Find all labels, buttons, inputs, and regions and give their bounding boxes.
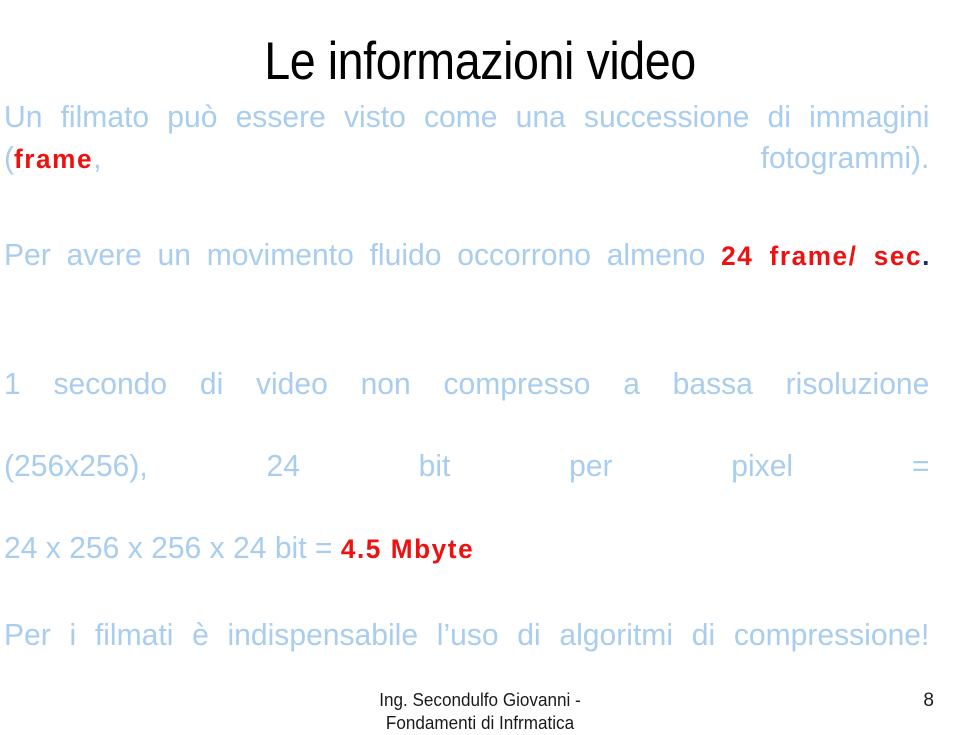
- footer-credit-line-2: Fondamenti di Infrmatica: [385, 713, 575, 733]
- page-title: Le informazioni video: [264, 31, 696, 91]
- paragraph-definition-text-after: , fotogrammi).: [93, 140, 930, 175]
- calculation-line-2: (256x256), 24 bit per pixel =: [4, 448, 930, 483]
- paragraph-framerate-text: Per avere un movimento fluido occorrono …: [4, 237, 722, 272]
- calculation-line-3-prefix: 24 x 256 x 256 x 24 bit =: [4, 530, 341, 565]
- paragraph-framerate: Per avere un movimento fluido occorrono …: [4, 234, 929, 318]
- slide: Le informazioni video Un filmato può ess…: [0, 0, 960, 733]
- paragraph-definition: Un filmato può essere visto come una suc…: [4, 96, 929, 221]
- page-number: 8: [923, 690, 934, 711]
- highlight-result-mbyte: 4.5 Mbyte: [340, 534, 475, 564]
- slide-body: Un filmato può essere visto come una suc…: [4, 96, 958, 696]
- footer-credit: Ing. Secondulfo Giovanni - Fondamenti di…: [24, 689, 936, 735]
- highlight-framerate-terminator: .: [922, 241, 930, 271]
- highlight-frame: frame: [14, 144, 94, 174]
- paragraph-conclusion-text: Per i filmati è indispensabile l’uso di …: [4, 617, 930, 652]
- calculation-line-1: 1 secondo di video non compresso a bassa…: [4, 366, 930, 401]
- paragraph-conclusion: Per i filmati è indispensabile l’uso di …: [4, 614, 929, 696]
- paragraph-calculation: 1 secondo di video non compresso a bassa…: [4, 363, 929, 570]
- highlight-framerate-value: 24 frame/ sec: [721, 241, 923, 271]
- footer-credit-line-1: Ing. Secondulfo Giovanni -: [379, 690, 581, 710]
